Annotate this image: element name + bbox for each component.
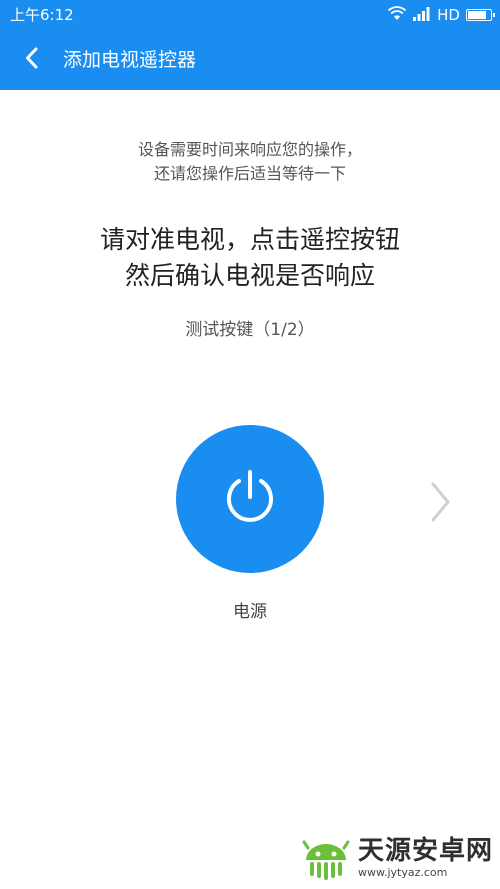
chevron-left-icon	[24, 46, 40, 74]
power-key-button[interactable]	[176, 425, 324, 573]
page-title: 添加电视遥控器	[63, 49, 197, 71]
key-label: 电源	[233, 602, 267, 622]
watermark-text: 天源安卓网 www.jytyaz.com	[358, 836, 493, 880]
title-bar: 添加电视遥控器	[0, 30, 500, 90]
instruction-line-1: 请对准电视，点击遥控按钮	[99, 225, 400, 254]
status-time: 上午6:12	[10, 6, 74, 24]
step-label: 测试按键（1/2）	[185, 320, 315, 340]
back-button[interactable]	[12, 40, 52, 80]
chevron-right-icon	[428, 480, 452, 528]
network-type: HD	[437, 6, 460, 24]
hint-line-1: 设备需要时间来响应您的操作，	[137, 140, 362, 159]
watermark-url: www.jytyaz.com	[358, 866, 448, 879]
power-icon	[220, 467, 280, 531]
watermark: 天源安卓网 www.jytyaz.com	[300, 830, 493, 886]
watermark-logo-icon	[300, 834, 352, 882]
battery-icon	[466, 9, 495, 21]
signal-icon	[413, 6, 431, 25]
screen: 上午6:12 HD 添加电视遥控器 设备需要时间来响应您的操作， 还请您操作后适…	[0, 0, 500, 889]
hint-line-2: 还请您操作后适当等待一下	[153, 164, 346, 183]
status-icons: HD	[387, 4, 495, 26]
watermark-name: 天源安卓网	[358, 836, 494, 866]
next-key-button[interactable]	[420, 480, 460, 528]
battery-level	[468, 11, 487, 19]
instruction: 请对准电视，点击遥控按钮 然后确认电视是否响应	[0, 222, 500, 294]
wifi-icon	[387, 5, 407, 25]
instruction-line-2: 然后确认电视是否响应	[124, 261, 375, 290]
status-bar: 上午6:12 HD	[0, 0, 500, 30]
app-header: 上午6:12 HD 添加电视遥控器	[0, 0, 500, 90]
wait-hint: 设备需要时间来响应您的操作， 还请您操作后适当等待一下	[0, 138, 500, 186]
